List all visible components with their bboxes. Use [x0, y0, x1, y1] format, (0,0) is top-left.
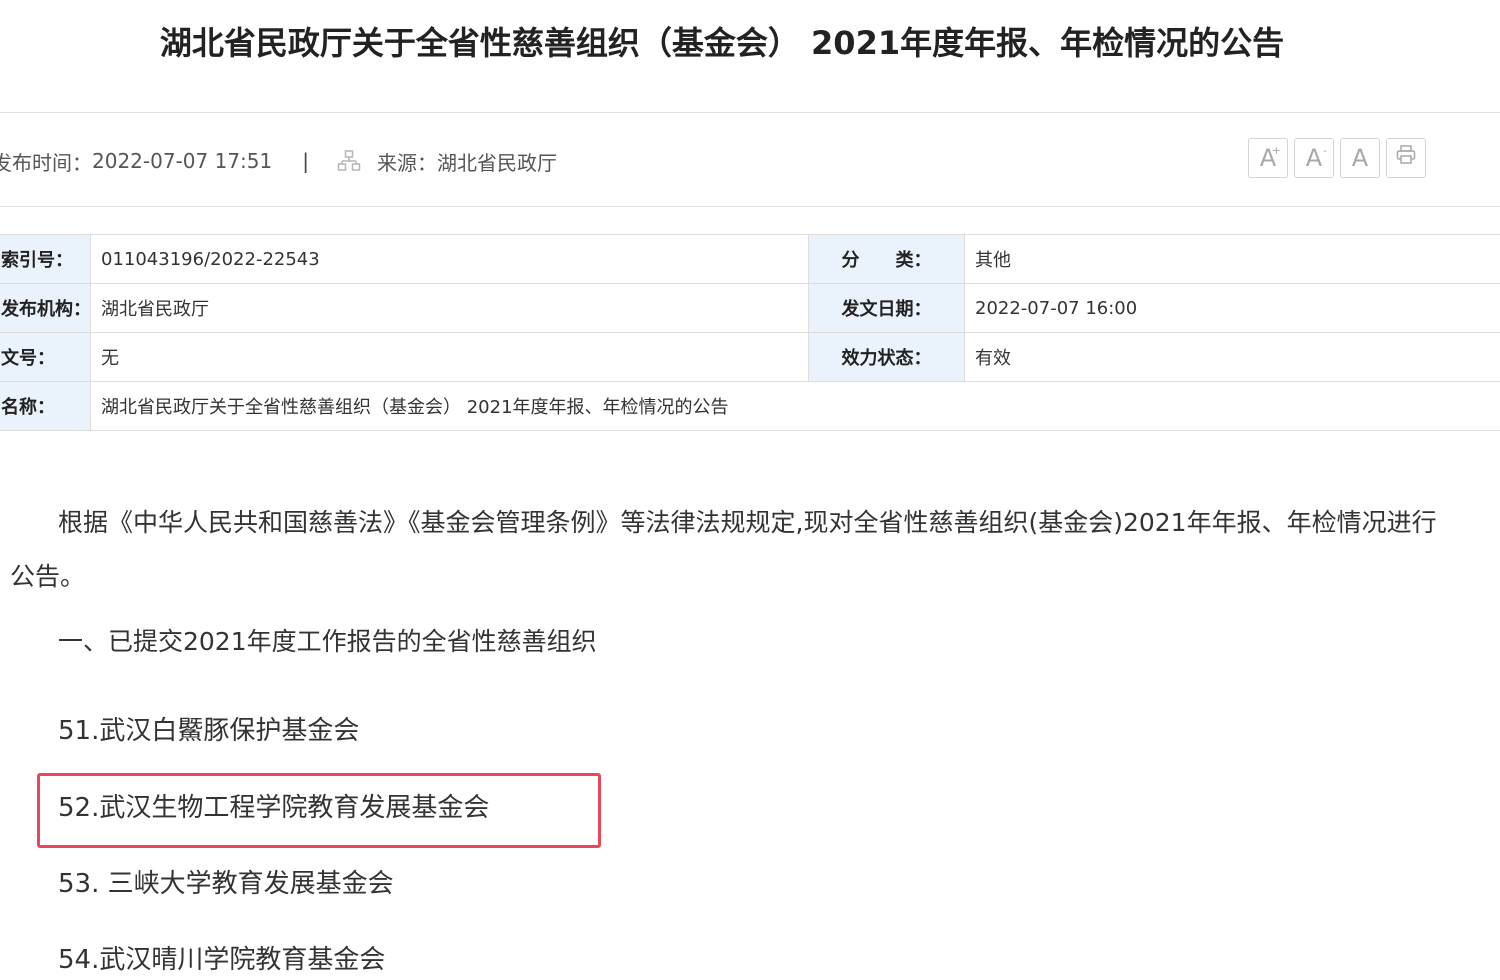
table-row: 名称： 湖北省民政厅关于全省性慈善组织（基金会） 2021年度年报、年检情况的公…	[0, 381, 1500, 431]
list-item: 51.武汉白鱀豚保护基金会	[58, 716, 360, 746]
font-smaller-mark: -	[1323, 144, 1327, 157]
list-item: 53. 三峡大学教育发展基金会	[58, 869, 394, 899]
source-label: 来源：	[376, 150, 437, 175]
table-row: 文号： 无 效力状态： 有效	[0, 332, 1500, 382]
info-key-agency: 发布机构：	[0, 283, 91, 333]
info-key-status: 效力状态：	[808, 332, 965, 382]
publish-time: 2022-07-07 17:51	[92, 149, 273, 173]
info-key-name: 名称：	[0, 381, 91, 431]
info-key-issue-date: 发文日期：	[808, 283, 965, 333]
font-default-button[interactable]: A	[1340, 138, 1380, 178]
table-row: 发布机构： 湖北省民政厅 发文日期： 2022-07-07 16:00	[0, 283, 1500, 333]
font-larger-button[interactable]: A +	[1248, 138, 1288, 178]
title-divider	[0, 112, 1500, 113]
article-toolbar: A + A - A	[1248, 138, 1426, 178]
info-key-category: 分 类：	[808, 234, 965, 284]
info-key-index: 索引号：	[0, 234, 91, 284]
sitemap-icon	[337, 149, 361, 173]
meta-divider	[0, 206, 1500, 207]
document-info-table: 索引号： 011043196/2022-22543 分 类： 其他 发布机构： …	[0, 234, 1500, 431]
publish-label: 发布时间：	[0, 150, 92, 175]
table-row: 索引号： 011043196/2022-22543 分 类： 其他	[0, 234, 1500, 284]
font-larger-mark: +	[1271, 144, 1281, 157]
font-smaller-button[interactable]: A -	[1294, 138, 1334, 178]
intro-paragraph: 根据《中华人民共和国慈善法》《基金会管理条例》等法律法规规定,现对全省性慈善组织…	[10, 508, 1437, 591]
meta-separator: |	[302, 149, 309, 173]
info-value-issue-date: 2022-07-07 16:00	[964, 283, 1500, 333]
source-value: 湖北省民政厅	[436, 150, 557, 175]
print-button[interactable]	[1386, 138, 1426, 178]
article-page: 湖北省民政厅关于全省性慈善组织（基金会） 2021年度年报、年检情况的公告 发布…	[0, 0, 1500, 980]
printer-icon	[1395, 144, 1417, 172]
info-value-status: 有效	[964, 332, 1500, 382]
article-meta: 发布时间： 2022-07-07 17:51 | 来源： 湖北省民政厅	[0, 146, 557, 176]
section-heading: 一、已提交2021年度工作报告的全省性慈善组织	[58, 627, 597, 656]
page-title: 湖北省民政厅关于全省性慈善组织（基金会） 2021年度年报、年检情况的公告	[159, 24, 1285, 62]
font-smaller-label: A	[1305, 144, 1323, 172]
info-value-index: 011043196/2022-22543	[90, 234, 809, 284]
info-value-name: 湖北省民政厅关于全省性慈善组织（基金会） 2021年度年报、年检情况的公告	[90, 381, 1500, 431]
font-default-label: A	[1351, 144, 1369, 172]
info-value-doc-number: 无	[90, 332, 809, 382]
highlight-box	[37, 773, 601, 848]
info-value-category: 其他	[964, 234, 1500, 284]
list-item: 54.武汉晴川学院教育基金会	[58, 945, 386, 975]
info-value-agency: 湖北省民政厅	[90, 283, 809, 333]
info-key-doc-number: 文号：	[0, 332, 91, 382]
